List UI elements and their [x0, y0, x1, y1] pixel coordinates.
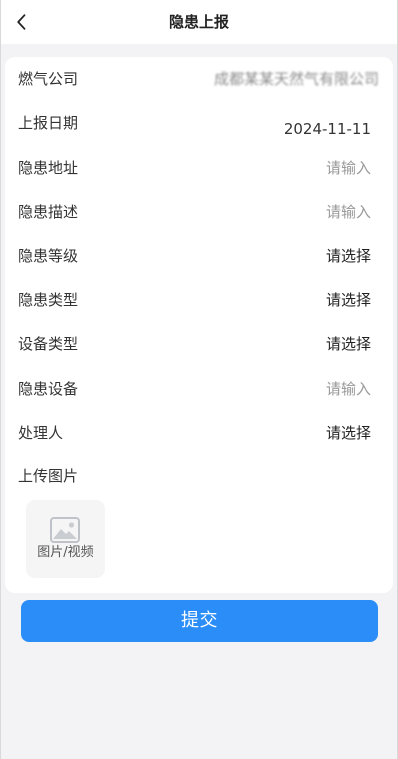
hazard-address-row[interactable]: 隐患地址 请输入: [5, 146, 393, 190]
hazard-description-label: 隐患描述: [18, 203, 79, 221]
upload-image-label: 上传图片: [18, 467, 79, 485]
equipment-type-select[interactable]: 请选择: [326, 334, 371, 354]
image-video-label: 图片/视频: [37, 545, 94, 560]
hazard-equipment-input[interactable]: 请输入: [326, 379, 371, 399]
gas-company-value[interactable]: 成都某某天然气有限公司: [214, 69, 379, 89]
page-title: 隐患上报: [168, 13, 229, 31]
handler-row[interactable]: 处理人 请选择: [5, 411, 393, 455]
image-icon: [50, 517, 80, 543]
image-video-upload-button[interactable]: 图片/视频: [26, 500, 105, 578]
hazard-equipment-row[interactable]: 隐患设备 请输入: [5, 367, 393, 411]
report-date-row[interactable]: 上报日期 2024-11-11: [5, 101, 393, 145]
hazard-report-form: 燃气公司 成都某某天然气有限公司 上报日期 2024-11-11 隐患地址 请输…: [5, 57, 393, 593]
report-date-value[interactable]: 2024-11-11: [284, 119, 371, 139]
gas-company-label: 燃气公司: [18, 70, 79, 88]
hazard-description-input[interactable]: 请输入: [326, 202, 371, 222]
hazard-level-row[interactable]: 隐患等级 请选择: [5, 234, 393, 278]
submit-button[interactable]: 提交: [21, 600, 378, 642]
equipment-type-label: 设备类型: [18, 335, 79, 353]
handler-select[interactable]: 请选择: [326, 423, 371, 443]
hazard-type-label: 隐患类型: [18, 291, 79, 309]
hazard-address-label: 隐患地址: [18, 159, 79, 177]
gas-company-row[interactable]: 燃气公司 成都某某天然气有限公司: [5, 57, 393, 101]
hazard-address-input[interactable]: 请输入: [326, 158, 371, 178]
hazard-type-select[interactable]: 请选择: [326, 290, 371, 310]
report-date-label: 上报日期: [18, 114, 79, 132]
hazard-type-row[interactable]: 隐患类型 请选择: [5, 278, 393, 322]
handler-label: 处理人: [18, 424, 64, 442]
page: 隐患上报 燃气公司 成都某某天然气有限公司 上报日期 2024-11-11 隐患…: [0, 0, 398, 759]
hazard-equipment-label: 隐患设备: [18, 380, 79, 398]
hazard-description-row[interactable]: 隐患描述 请输入: [5, 190, 393, 234]
app-header: 隐患上报: [1, 0, 397, 44]
hazard-level-label: 隐患等级: [18, 247, 79, 265]
equipment-type-row[interactable]: 设备类型 请选择: [5, 322, 393, 366]
hazard-level-select[interactable]: 请选择: [326, 246, 371, 266]
